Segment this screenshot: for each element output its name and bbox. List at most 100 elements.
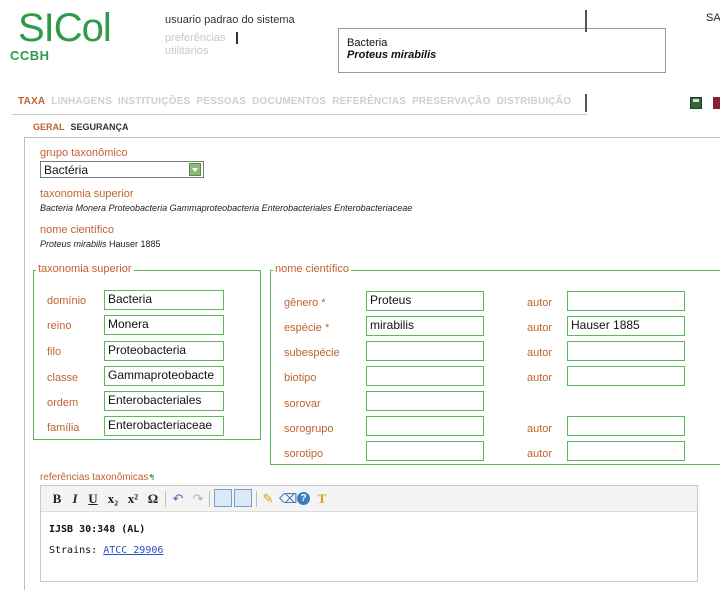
- genus-author-input[interactable]: [567, 291, 685, 311]
- author-label: autor: [527, 423, 553, 435]
- subspecies-author-input[interactable]: [567, 341, 685, 361]
- logo-main-text: SICol: [18, 6, 112, 50]
- kingdom-input[interactable]: Monera: [104, 315, 224, 335]
- tab-taxa[interactable]: TAXA: [18, 96, 45, 112]
- eraser-button[interactable]: ⌫: [279, 490, 297, 508]
- serotype-input[interactable]: [366, 441, 484, 461]
- tab-distribuicao[interactable]: DISTRIBUIÇÃO: [497, 96, 572, 112]
- delete-icon[interactable]: [713, 97, 720, 109]
- user-name: usuario padrao do sistema: [165, 14, 295, 26]
- top-right-label: SA: [706, 12, 720, 24]
- info-icon[interactable]: ↰: [148, 473, 155, 482]
- field-label: biotipo: [284, 372, 317, 384]
- species-author-input[interactable]: Hauser 1885: [567, 316, 685, 336]
- strain-link[interactable]: ATCC 29906: [103, 545, 163, 556]
- italic-button[interactable]: I: [69, 490, 81, 508]
- toolbar-separator: [256, 491, 257, 507]
- main-tabs: TAXA LINHAGENS INSTITUIÇÕES PESSOAS DOCU…: [18, 96, 571, 112]
- link-icon[interactable]: [214, 489, 232, 507]
- divider: [585, 94, 587, 112]
- genus-input[interactable]: Proteus: [366, 291, 484, 311]
- chevron-down-icon[interactable]: [189, 163, 201, 176]
- bold-button[interactable]: B: [51, 490, 63, 508]
- tab-instituicoes[interactable]: INSTITUIÇÕES: [118, 96, 190, 112]
- family-input[interactable]: Enterobacteriaceae: [104, 416, 224, 436]
- serotype-author-input[interactable]: [567, 441, 685, 461]
- field-label: gênero *: [284, 297, 326, 309]
- tab-documentos[interactable]: DOCUMENTOS: [252, 96, 326, 112]
- taxon-name: Proteus mirabilis: [347, 49, 437, 61]
- toolbar-separator: [165, 491, 166, 507]
- reference-prefix: Strains:: [49, 545, 104, 556]
- toolbar-separator: [209, 491, 210, 507]
- author-label: autor: [527, 372, 553, 384]
- superior-value: Bacteria Monera Proteobacteria Gammaprot…: [40, 203, 412, 213]
- group-label: grupo taxonômico: [40, 147, 128, 159]
- save-icon[interactable]: [690, 97, 702, 109]
- superior-value-text: Bacteria Monera Proteobacteria Gammaprot…: [40, 203, 413, 213]
- undo-button[interactable]: ↶: [171, 490, 185, 508]
- sub-tabs: GERAL SEGURANÇA: [33, 122, 129, 132]
- sicol-logo: SICol CCBH: [10, 6, 140, 66]
- subtab-geral[interactable]: GERAL: [33, 122, 65, 132]
- editor-toolbar: B I U x₂ x² Ω ↶ ↷ ✎ ⌫ ? T: [41, 486, 697, 512]
- underline-button[interactable]: U: [87, 490, 99, 508]
- logo-sub-text: CCBH: [10, 48, 50, 63]
- unlink-icon[interactable]: [234, 489, 252, 507]
- divider: [585, 10, 587, 32]
- field-label: reino: [47, 320, 72, 332]
- field-label: filo: [47, 346, 62, 358]
- subscript-button[interactable]: x₂: [105, 490, 121, 508]
- scientific-name-legend: nome científico: [273, 263, 351, 275]
- tab-pessoas[interactable]: PESSOAS: [196, 96, 246, 112]
- sci-name-value: Proteus mirabilis Hauser 1885: [40, 239, 161, 249]
- field-label: subespécie: [284, 347, 340, 359]
- field-label: sorotipo: [284, 448, 324, 460]
- subspecies-input[interactable]: [366, 341, 484, 361]
- order-input[interactable]: Enterobacteriales: [104, 391, 224, 411]
- class-input[interactable]: Gammaproteobacte: [104, 366, 224, 386]
- preferences-link[interactable]: preferências: [165, 32, 226, 44]
- biotype-input[interactable]: [366, 366, 484, 386]
- divider: [236, 32, 238, 44]
- author-label: autor: [527, 347, 553, 359]
- sci-name-author: Hauser 1885: [106, 239, 161, 249]
- redo-button[interactable]: ↷: [191, 490, 205, 508]
- group-select-value: Bactéria: [44, 163, 89, 177]
- references-editor[interactable]: B I U x₂ x² Ω ↶ ↷ ✎ ⌫ ? T IJSB 30:348 (A…: [40, 485, 698, 582]
- omega-button[interactable]: Ω: [145, 490, 161, 508]
- special-text-button[interactable]: T: [315, 490, 329, 508]
- species-input[interactable]: mirabilis: [366, 316, 484, 336]
- brush-button[interactable]: ✎: [261, 490, 275, 508]
- tab-preservacao[interactable]: PRESERVAÇÃO: [412, 96, 491, 112]
- field-label: sorovar: [284, 398, 321, 410]
- reference-line-1: IJSB 30:348 (AL): [49, 524, 146, 535]
- phylum-input[interactable]: Proteobacteria: [104, 341, 224, 361]
- biotype-author-input[interactable]: [567, 366, 685, 386]
- tab-linhagens[interactable]: LINHAGENS: [51, 96, 112, 112]
- subtab-seguranca[interactable]: SEGURANÇA: [71, 122, 129, 132]
- references-label: referências taxonômicas↰: [40, 472, 155, 483]
- domain-input[interactable]: Bacteria: [104, 290, 224, 310]
- author-label: autor: [527, 448, 553, 460]
- superscript-button[interactable]: x²: [125, 490, 141, 508]
- author-label: autor: [527, 297, 553, 309]
- sci-name-label: nome científico: [40, 224, 114, 236]
- tab-referencias[interactable]: REFERÊNCIAS: [332, 96, 406, 112]
- field-label: ordem: [47, 397, 79, 409]
- field-label: domínio: [47, 295, 87, 307]
- field-label: família: [47, 422, 80, 434]
- serovar-input[interactable]: [366, 391, 484, 411]
- taxon-group: Bacteria: [347, 37, 388, 49]
- field-label: sorogrupo: [284, 423, 334, 435]
- reference-line-2: Strains: ATCC 29906: [49, 545, 163, 556]
- sci-name-italic: Proteus mirabilis: [40, 239, 107, 249]
- group-select[interactable]: Bactéria: [40, 161, 204, 178]
- tabs-underline: [12, 114, 587, 115]
- utilities-link[interactable]: utilitários: [165, 45, 208, 57]
- serogroup-input[interactable]: [366, 416, 484, 436]
- serogroup-author-input[interactable]: [567, 416, 685, 436]
- help-icon[interactable]: ?: [297, 492, 310, 505]
- taxonomy-superior-legend: taxonomia superior: [36, 263, 134, 275]
- references-label-text: referências taxonômicas: [40, 472, 149, 483]
